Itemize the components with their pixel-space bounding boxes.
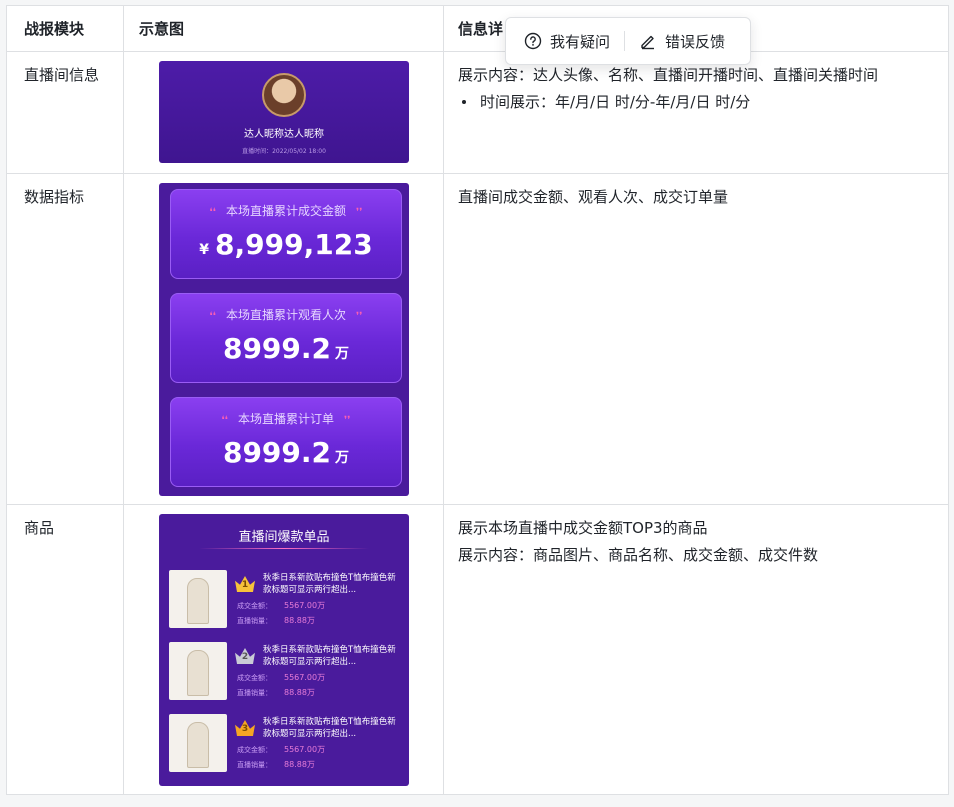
row-divider	[7, 504, 948, 505]
stat-card-views: ❛❛ 本场直播累计观看人次 ❜❜ 8999.2 万	[170, 293, 402, 383]
pencil-icon	[641, 35, 655, 50]
products-title: 直播间爆款单品	[238, 530, 330, 545]
sparkle-icon: ❜❜	[356, 311, 363, 322]
live-info-preview: 达人昵称达人昵称 直播时间：2022/05/02 18:00	[159, 61, 409, 163]
detail-products-content: 展示内容：商品图片、商品名称、成交金额、成交件数	[458, 546, 819, 564]
title-underline	[199, 548, 369, 549]
question-button[interactable]: 我有疑问	[524, 18, 610, 64]
stat-value: 8999.2 万	[222, 436, 350, 469]
popup-divider	[624, 31, 626, 51]
crown-rank-icon: 1	[235, 576, 255, 592]
crown-rank-icon: 3	[235, 720, 255, 736]
column-divider	[443, 6, 444, 794]
feedback-label: 错误反馈	[665, 32, 726, 51]
detail-metrics: 直播间成交金额、观看人次、成交订单量	[458, 188, 729, 206]
detail-live-info-bullet: 时间展示：年/月/日 时/分-年/月/日 时/分	[458, 91, 750, 113]
stat-card-orders: ❛❛ 本场直播累计订单 ❜❜ 8999.2 万	[170, 397, 402, 487]
row-module-products: 商品	[24, 519, 55, 537]
feedback-button[interactable]: 错误反馈	[639, 18, 725, 64]
header-preview: 示意图	[139, 20, 185, 38]
product-name: 秋季日系新款贴布撞色T恤布撞色新款标题可显示两行超出...	[263, 717, 396, 739]
product-item: 2 秋季日系新款贴布撞色T恤布撞色新款标题可显示两行超出... 成交金额： 556…	[169, 642, 404, 704]
sparkle-icon: ❜❜	[344, 415, 351, 426]
product-volume: 直播销量： 88.88万	[237, 616, 315, 625]
live-time: 直播时间：2022/05/02 18:00	[242, 148, 326, 155]
detail-products: 展示本场直播中成交金额TOP3的商品	[458, 519, 708, 537]
sparkle-icon: ❛❛	[209, 207, 216, 218]
metrics-preview: ❛❛ 本场直播累计成交金额 ❜❜ ¥8,999,123 ❛❛ 本场直播累计观看人次 ❜❜…	[159, 183, 409, 496]
product-image	[169, 570, 227, 628]
products-preview: 直播间爆款单品 1 秋季日系新款贴布撞色T恤布撞色新款标题可显示两行超出... …	[159, 514, 409, 786]
report-module-table: 战报模块 示意图 信息详 直播间信息 达人昵称达人昵称 直播时间：2022/05…	[6, 5, 949, 795]
product-image	[169, 642, 227, 700]
product-sales: 成交金额： 5567.00万	[237, 673, 326, 682]
row-module-live-info: 直播间信息	[24, 66, 100, 84]
crown-rank-icon: 2	[235, 648, 255, 664]
stat-label: ❛❛ 本场直播累计观看人次 ❜❜	[209, 308, 363, 322]
product-sales: 成交金额： 5567.00万	[237, 745, 326, 754]
product-item: 1 秋季日系新款贴布撞色T恤布撞色新款标题可显示两行超出... 成交金额： 556…	[169, 570, 404, 632]
sparkle-icon: ❜❜	[356, 207, 363, 218]
bullet-icon	[462, 100, 466, 104]
header-detail: 信息详	[458, 20, 504, 38]
product-item: 3 秋季日系新款贴布撞色T恤布撞色新款标题可显示两行超出... 成交金额： 556…	[169, 714, 404, 776]
product-sales: 成交金额： 5567.00万	[237, 601, 326, 610]
streamer-name: 达人昵称达人昵称	[244, 129, 324, 140]
product-volume: 直播销量： 88.88万	[237, 760, 315, 769]
sparkle-icon: ❛❛	[209, 311, 216, 322]
stat-value: ¥8,999,123	[199, 228, 373, 261]
feedback-popup: 我有疑问 错误反馈	[505, 17, 751, 65]
product-name: 秋季日系新款贴布撞色T恤布撞色新款标题可显示两行超出...	[263, 573, 396, 595]
stat-label: ❛❛ 本场直播累计成交金额 ❜❜	[209, 204, 363, 218]
detail-live-info: 展示内容：达人头像、名称、直播间开播时间、直播间关播时间	[458, 66, 879, 84]
bullet-text: 时间展示：年/月/日 时/分-年/月/日 时/分	[480, 93, 751, 111]
stat-label: ❛❛ 本场直播累计订单 ❜❜	[221, 412, 351, 426]
question-label: 我有疑问	[550, 32, 611, 51]
avatar	[262, 73, 306, 117]
product-name: 秋季日系新款贴布撞色T恤布撞色新款标题可显示两行超出...	[263, 645, 396, 667]
row-divider	[7, 173, 948, 174]
row-divider	[7, 51, 948, 52]
row-module-metrics: 数据指标	[24, 188, 85, 206]
question-circle-icon	[524, 32, 542, 50]
sparkle-icon: ❛❛	[221, 415, 228, 426]
stat-card-gmv: ❛❛ 本场直播累计成交金额 ❜❜ ¥8,999,123	[170, 189, 402, 279]
header-module: 战报模块	[24, 20, 85, 38]
stat-value: 8999.2 万	[222, 332, 350, 365]
product-volume: 直播销量： 88.88万	[237, 688, 315, 697]
product-image	[169, 714, 227, 772]
column-divider	[123, 6, 124, 794]
